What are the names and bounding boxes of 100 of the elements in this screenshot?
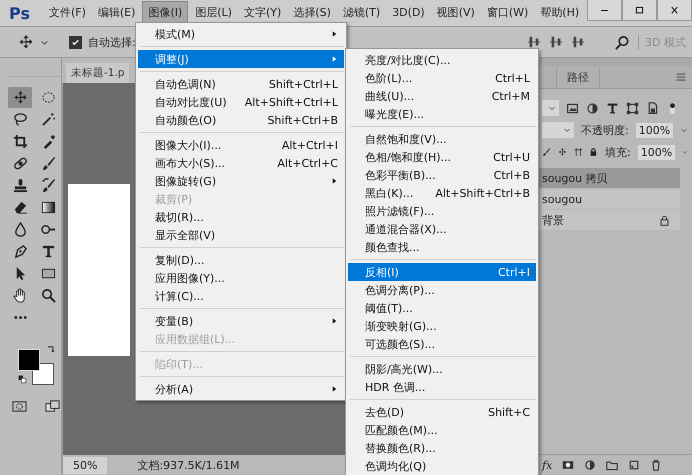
move-icon	[12, 90, 28, 105]
menu-item[interactable]: 分析(A)	[138, 380, 344, 398]
pen-icon	[12, 244, 28, 259]
menu-item[interactable]: 色调均化(Q)	[348, 457, 536, 475]
menu-item[interactable]: 通道混合器(X)...	[348, 220, 536, 238]
close-button[interactable]	[657, 0, 692, 21]
menu-item[interactable]: 匹配颜色(M)...	[348, 421, 536, 439]
menu-bar-item[interactable]: 视图(V)	[432, 2, 480, 24]
opacity-field[interactable]: 100%	[636, 122, 674, 138]
document-info: 文档:937.5K/1.61M	[137, 458, 240, 472]
smart-object-icon	[646, 102, 659, 114]
crop-icon	[12, 134, 28, 149]
menu-bar-item[interactable]: 选择(S)	[288, 2, 336, 24]
half-circle-icon	[586, 102, 599, 114]
menu-bar-item[interactable]: 帮助(H)	[535, 2, 584, 24]
menu-item[interactable]: 自然饱和度(V)...	[348, 130, 536, 148]
history-brush-icon	[40, 178, 56, 193]
shortcut-label: Shift+Ctrl+B	[266, 114, 338, 126]
menu-item[interactable]: HDR 色调...	[348, 378, 536, 396]
menu-bar-item[interactable]: 窗口(W)	[482, 2, 534, 24]
checkbox[interactable]	[69, 36, 82, 48]
shortcut-label: Alt+Shift+Ctrl+B	[434, 186, 530, 200]
caret-icon	[682, 148, 688, 156]
hand-icon	[12, 288, 28, 303]
menu-item[interactable]: 色阶(L)... Ctrl+L	[348, 69, 536, 87]
layer-row[interactable]: sougou 拷贝	[538, 168, 680, 188]
menu-item[interactable]: 裁切(R)...	[138, 208, 344, 226]
menu-bar-item[interactable]: 文字(Y)	[238, 2, 286, 24]
maximize-button[interactable]	[622, 0, 657, 21]
zoom-field[interactable]: 50%	[63, 456, 108, 474]
layer-name: sougou	[542, 192, 582, 206]
document-tab[interactable]: 未标题-1.p	[66, 63, 130, 83]
layer-style-button[interactable]: fx	[542, 458, 552, 472]
menu-item[interactable]: 计算(C)...	[138, 287, 344, 305]
menu-item[interactable]: 黑白(K)... Alt+Shift+Ctrl+B	[348, 184, 536, 202]
rectangle-icon	[40, 266, 56, 281]
layer-row[interactable]: 背景	[538, 210, 680, 230]
layer-row[interactable]: sougou	[538, 189, 680, 209]
fill-field[interactable]: 100%	[638, 144, 676, 160]
shortcut-label: Shift+C	[487, 406, 530, 418]
folder-icon	[606, 459, 618, 471]
layer-name: sougou 拷贝	[542, 170, 608, 186]
menu-bar-item[interactable]: 3D(D)	[387, 2, 430, 24]
menu-bar-item[interactable]: 滤镜(T)	[338, 2, 386, 24]
move-icon	[558, 146, 566, 158]
bandage-icon	[12, 156, 28, 171]
screen-mode-icon	[45, 399, 60, 414]
default-colors-icon	[18, 375, 27, 384]
menu-item[interactable]: 色彩平衡(B)... Ctrl+B	[348, 166, 536, 184]
menu-bar-item[interactable]: 编辑(E)	[92, 2, 140, 24]
transform-icon	[626, 102, 639, 114]
menu-item[interactable]: 照片滤镜(F)...	[348, 202, 536, 220]
menu-item[interactable]: 图像大小(I)... Alt+Ctrl+I	[138, 136, 344, 154]
layer-name: 背景	[542, 212, 564, 228]
menu-item[interactable]: 去色(D) Shift+C	[348, 403, 536, 421]
menu-item[interactable]: 变量(B)	[138, 312, 344, 330]
menu-item[interactable]: 颜色查找...	[348, 238, 536, 256]
shortcut-label: Ctrl+B	[492, 168, 530, 182]
menu-item[interactable]: 曝光度(E)...	[348, 105, 536, 123]
menu-item[interactable]: 图像旋转(G)	[138, 172, 344, 190]
menu-item[interactable]: 复制(D)...	[138, 251, 344, 269]
menu-item[interactable]: 反相(I) Ctrl+I	[348, 263, 536, 281]
menu-item[interactable]: 亮度/对比度(C)...	[348, 51, 536, 69]
menu-bar-item[interactable]: 文件(F)	[44, 2, 91, 24]
shortcut-label: Alt+Ctrl+I	[280, 138, 338, 152]
3d-mode-label: 3D 模式	[638, 34, 686, 50]
menu-item[interactable]: 阴影/高光(W)...	[348, 360, 536, 378]
caret-icon	[563, 126, 572, 134]
menu-item[interactable]: 调整(J)	[138, 50, 344, 68]
fill-label: 填充:	[605, 144, 631, 160]
distribute-icon	[571, 35, 586, 49]
menu-item[interactable]: 应用图像(Y)...	[138, 269, 344, 287]
menu-item[interactable]: 自动色调(N) Shift+Ctrl+L	[138, 75, 344, 93]
menu-item[interactable]: 替换颜色(R)...	[348, 439, 536, 457]
shortcut-label: Ctrl+M	[490, 90, 530, 102]
type-icon	[606, 102, 619, 114]
menu-item[interactable]: 色调分离(P)...	[348, 281, 536, 299]
shortcut-label: Ctrl+L	[494, 72, 530, 84]
menu-item[interactable]: 画布大小(S)... Alt+Ctrl+C	[138, 154, 344, 172]
menu-item[interactable]: 自动对比度(U) Alt+Shift+Ctrl+L	[138, 93, 344, 111]
menu-item[interactable]: 自动颜色(O) Shift+Ctrl+B	[138, 111, 344, 129]
move-icon	[18, 34, 34, 50]
color-swatches-icon[interactable]	[18, 349, 54, 385]
menu-item[interactable]: 模式(M)	[138, 25, 344, 43]
menu-item[interactable]: 可选颜色(S)...	[348, 335, 536, 353]
gradient-icon	[40, 200, 56, 215]
menu-item[interactable]: 色相/饱和度(H)... Ctrl+U	[348, 148, 536, 166]
menu-item[interactable]: 显示全部(V)	[138, 226, 344, 244]
half-circle-icon	[584, 459, 596, 471]
stamp-icon	[12, 178, 28, 193]
mask-icon	[562, 459, 574, 471]
shortcut-label: Alt+Shift+Ctrl+L	[244, 96, 338, 108]
eraser-icon	[12, 200, 28, 215]
menu-item[interactable]: 曲线(U)... Ctrl+M	[348, 87, 536, 105]
menu-item[interactable]: 阈值(T)...	[348, 299, 536, 317]
brush-icon	[542, 146, 551, 158]
menu-item[interactable]: 渐变映射(G)...	[348, 317, 536, 335]
menu-bar-item[interactable]: 图层(L)	[190, 2, 237, 24]
new-layer-icon	[628, 459, 640, 471]
dodge-icon	[40, 222, 56, 237]
